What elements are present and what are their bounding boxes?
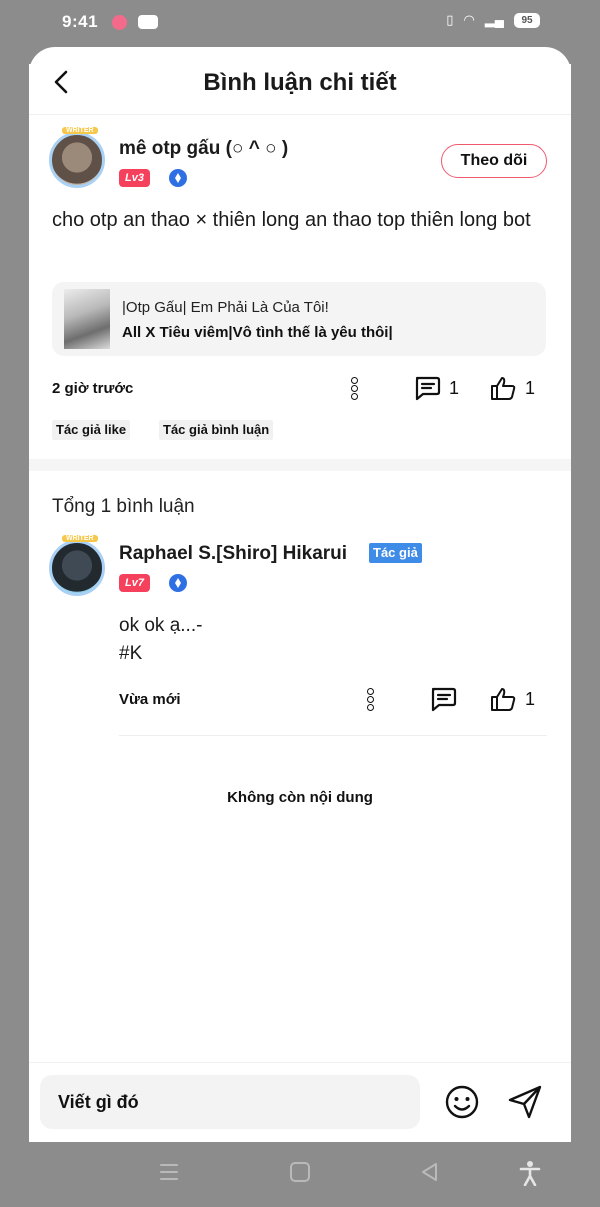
- story-card[interactable]: |Otp Gấu| Em Phải Là Của Tôi! All X Tiêu…: [52, 282, 546, 356]
- reply-divider: [119, 735, 547, 736]
- level-badge: Lv3: [119, 169, 150, 187]
- comment-composer: [29, 1062, 571, 1142]
- vibrate-icon: ▯: [446, 12, 454, 27]
- thumbs-up-icon: [491, 377, 516, 400]
- thumbs-up-icon: [491, 688, 516, 711]
- author-comment-tag: Tác giả bình luận: [159, 420, 274, 440]
- total-comments-label: Tổng 1 bình luận: [52, 496, 195, 517]
- like-button[interactable]: 1: [489, 375, 535, 401]
- youtube-icon: [138, 15, 158, 29]
- level-badge: Lv7: [119, 574, 150, 592]
- wifi-icon: ◠: [463, 12, 475, 27]
- follow-button[interactable]: Theo dõi: [441, 144, 547, 178]
- reply-user-name[interactable]: Raphael S.[Shiro] Hikarui: [119, 543, 347, 565]
- status-time: 9:41: [62, 12, 99, 31]
- author-tag: Tác giả: [369, 543, 422, 563]
- story-subtitle: All X Tiêu viêm|Vô tình thế là yêu thôi|: [122, 324, 393, 341]
- signal-icon: ▂▄: [484, 12, 504, 27]
- comment-detail-screen: Bình luận chi tiết WRITER mê otp gấu (○ …: [29, 47, 571, 1142]
- recent-apps-icon[interactable]: [158, 1160, 180, 1184]
- writer-badge: WRITER: [62, 535, 98, 542]
- comment-text: cho otp an thao × thiên long an thao top…: [52, 209, 531, 231]
- send-icon[interactable]: [505, 1083, 545, 1121]
- reply-count-button[interactable]: 1: [413, 375, 459, 401]
- system-navigation-bar: [0, 1142, 600, 1207]
- header: Bình luận chi tiết: [29, 47, 571, 115]
- writer-badge: WRITER: [62, 127, 98, 134]
- home-icon[interactable]: [288, 1160, 312, 1184]
- story-title: |Otp Gấu| Em Phải Là Của Tôi!: [122, 299, 329, 316]
- back-triangle-icon[interactable]: [418, 1160, 442, 1184]
- like-count: 1: [525, 377, 536, 398]
- comment-icon: [415, 376, 441, 401]
- reply-count: 1: [449, 377, 460, 398]
- story-cover-image: [64, 289, 110, 349]
- reply-text-line: #K: [119, 643, 143, 664]
- page-title: Bình luận chi tiết: [203, 69, 397, 96]
- avatar[interactable]: WRITER: [49, 127, 105, 188]
- status-indicators: ▯ ◠ ▂▄ 95: [446, 12, 540, 28]
- reply-text-line: ok ok ạ...-: [119, 615, 203, 636]
- avatar[interactable]: WRITER: [49, 535, 105, 596]
- comment-icon: [431, 687, 457, 712]
- gem-badge-icon: [169, 574, 187, 592]
- comment-user-name[interactable]: mê otp gấu (○ ^ ○ ): [119, 138, 288, 160]
- more-options-icon[interactable]: [349, 377, 359, 401]
- reply-time: Vừa mới: [119, 691, 181, 708]
- screen-edge-left: [0, 0, 29, 1207]
- emoji-icon[interactable]: [443, 1083, 481, 1121]
- gem-badge-icon: [169, 169, 187, 187]
- comment-input[interactable]: [40, 1075, 420, 1129]
- accessibility-icon[interactable]: [519, 1160, 541, 1186]
- comment-time: 2 giờ trước: [52, 380, 134, 397]
- end-of-content-label: Không còn nội dung: [227, 789, 373, 806]
- notification-app-icon: [112, 15, 127, 30]
- more-options-icon[interactable]: [365, 688, 375, 712]
- author-like-tag: Tác giả like: [52, 420, 131, 440]
- section-divider: [29, 459, 571, 471]
- battery-icon: 95: [514, 12, 540, 28]
- reply-button[interactable]: [429, 686, 457, 712]
- screen-edge-right: [571, 0, 600, 1207]
- like-button[interactable]: 1: [489, 686, 535, 712]
- like-count: 1: [525, 688, 536, 709]
